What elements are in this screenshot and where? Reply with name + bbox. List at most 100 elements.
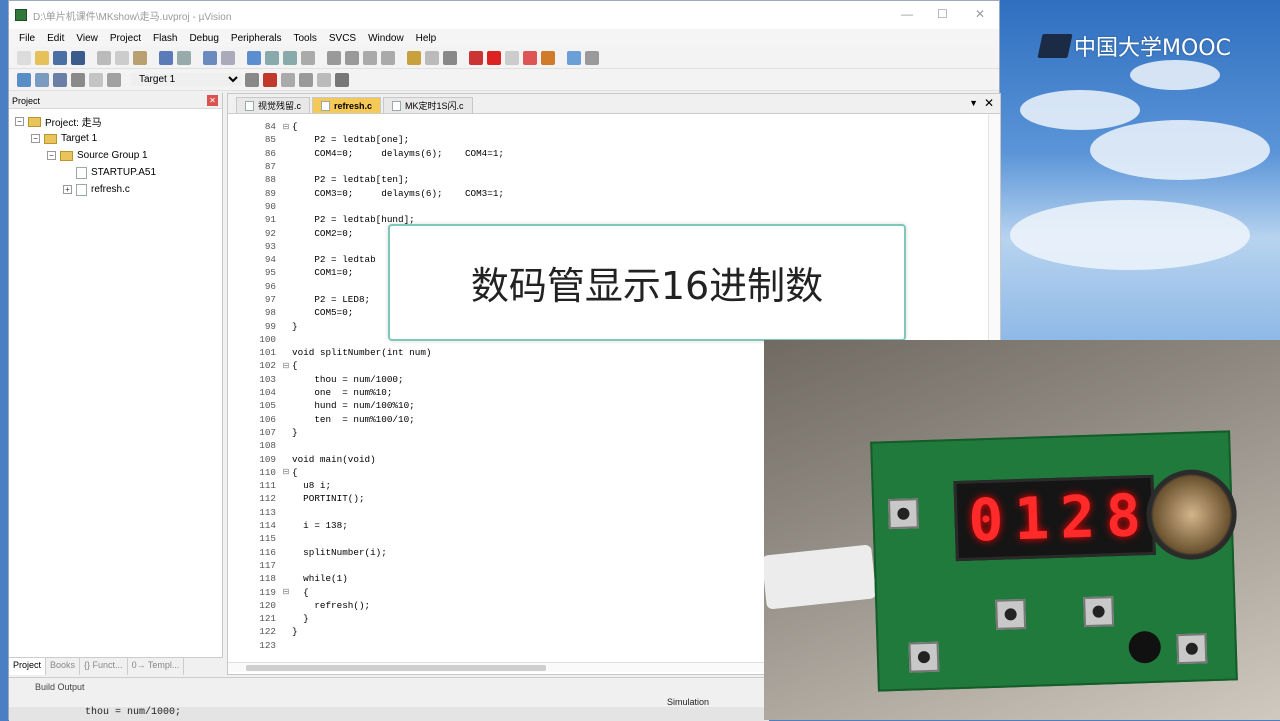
indent-icon[interactable] (327, 50, 341, 65)
select-packs-icon[interactable] (317, 72, 331, 87)
minimize-button[interactable]: — (901, 7, 913, 21)
scroll-thumb[interactable] (246, 665, 546, 671)
tree-node[interactable]: − Target 1 (15, 130, 222, 147)
expand-toggle-icon[interactable]: − (15, 117, 24, 126)
tree-node[interactable]: + refresh.c (15, 181, 222, 198)
code-text: u8 i; (292, 480, 332, 492)
tools-icon[interactable] (585, 50, 599, 65)
disable-bp-icon[interactable] (505, 50, 519, 65)
uncomment-icon[interactable] (381, 50, 395, 65)
target-select[interactable]: Target 1 (131, 73, 241, 86)
find-icon[interactable] (425, 50, 439, 65)
paste-icon[interactable] (133, 50, 147, 65)
manage-components-icon[interactable] (263, 72, 277, 87)
next-bookmark-icon[interactable] (283, 50, 297, 65)
key-button-1 (995, 598, 1027, 630)
copy-icon[interactable] (115, 50, 129, 65)
comment-icon[interactable] (363, 50, 377, 65)
save-icon[interactable] (53, 50, 67, 65)
pack-installer-icon[interactable] (299, 72, 313, 87)
line-number: 115 (259, 533, 276, 545)
pane-tab[interactable]: 0→ Templ... (128, 658, 185, 675)
manage-project-icon[interactable] (281, 72, 295, 87)
expand-toggle-icon[interactable]: − (31, 134, 40, 143)
pane-tab[interactable]: Books (46, 658, 81, 675)
kill-bp-icon[interactable] (523, 50, 537, 65)
tab-list-dropdown-icon[interactable]: ▼ (969, 98, 978, 108)
tree-node[interactable]: − Source Group 1 (15, 147, 222, 164)
download-icon[interactable] (107, 72, 121, 87)
line-number: 94 (264, 254, 276, 266)
bookmark-icon[interactable] (247, 50, 261, 65)
fold-marker-icon[interactable]: ⊟ (280, 467, 292, 477)
tree-node[interactable]: − Project: 走马 (15, 113, 222, 130)
menu-tools[interactable]: Tools (288, 33, 323, 44)
rebuild-icon[interactable] (53, 72, 67, 87)
nav-forward-icon[interactable] (221, 50, 235, 65)
expand-toggle-icon[interactable]: + (63, 185, 72, 194)
menu-peripherals[interactable]: Peripherals (225, 33, 288, 44)
line-number: 113 (259, 506, 276, 518)
project-pane: Project ✕ − Project: 走马 − Target 1− Source G… (9, 93, 223, 675)
close-editor-icon[interactable]: ✕ (984, 96, 994, 110)
project-icon (28, 116, 41, 127)
config-icon[interactable] (541, 50, 555, 65)
menu-debug[interactable]: Debug (183, 33, 224, 44)
window-layout-icon[interactable] (567, 50, 581, 65)
menu-help[interactable]: Help (410, 33, 443, 44)
runtime-env-icon[interactable] (335, 72, 349, 87)
code-line: 88 P2 = ledtab[ten]; (228, 173, 988, 186)
expand-toggle-icon[interactable]: − (47, 151, 56, 160)
batch-build-icon[interactable] (71, 72, 85, 87)
target-options-icon[interactable] (245, 72, 259, 87)
line-number: 99 (264, 320, 276, 332)
save-all-icon[interactable] (71, 50, 85, 65)
unindent-icon[interactable] (345, 50, 359, 65)
clear-bookmarks-icon[interactable] (301, 50, 315, 65)
file-tab[interactable]: refresh.c (312, 97, 382, 113)
translate-icon[interactable] (17, 72, 31, 87)
folder-icon (60, 150, 73, 161)
prev-bookmark-icon[interactable] (265, 50, 279, 65)
breakpoint-icon[interactable] (487, 50, 501, 65)
code-text: ten = num%100/10; (292, 413, 415, 425)
file-tab[interactable]: 视觉残留.c (236, 97, 311, 113)
build-icon[interactable] (35, 72, 49, 87)
debug-session-icon[interactable] (469, 50, 483, 65)
pane-tab[interactable]: {} Funct... (80, 658, 128, 675)
menu-flash[interactable]: Flash (147, 33, 183, 44)
fold-marker-icon[interactable]: ⊟ (280, 122, 292, 132)
fold-marker-icon[interactable]: ⊟ (280, 587, 292, 597)
find-in-files-icon[interactable] (407, 50, 421, 65)
new-file-icon[interactable] (17, 50, 31, 65)
line-number: 118 (259, 573, 276, 585)
menu-window[interactable]: Window (362, 33, 410, 44)
code-text: COM2=0; (292, 227, 354, 239)
build-output-line: thou = num/1000; (9, 707, 769, 721)
close-button[interactable]: ✕ (975, 7, 985, 21)
pane-tab[interactable]: Project (9, 658, 47, 675)
open-file-icon[interactable] (35, 50, 49, 65)
menu-edit[interactable]: Edit (41, 33, 70, 44)
cut-icon[interactable] (97, 50, 111, 65)
file-tab[interactable]: MK定时1S闪.c (383, 97, 473, 113)
fold-marker-icon[interactable]: ⊟ (280, 361, 292, 371)
menu-svcs[interactable]: SVCS (323, 33, 362, 44)
incremental-find-icon[interactable] (443, 50, 457, 65)
led-digit: 1 (1013, 484, 1051, 554)
maximize-button[interactable]: ☐ (937, 7, 948, 21)
menu-file[interactable]: File (13, 33, 41, 44)
menu-view[interactable]: View (70, 33, 104, 44)
horizontal-scrollbar[interactable] (228, 662, 773, 672)
tree-node-label: STARTUP.A51 (91, 167, 157, 178)
tree-node[interactable]: STARTUP.A51 (15, 164, 222, 181)
line-number: 87 (264, 161, 276, 173)
redo-icon[interactable] (177, 50, 191, 65)
build-output-tab[interactable]: Build Output (9, 677, 764, 697)
code-text: { (292, 586, 309, 598)
menu-project[interactable]: Project (104, 33, 147, 44)
nav-back-icon[interactable] (203, 50, 217, 65)
close-pane-icon[interactable]: ✕ (207, 95, 218, 106)
stop-build-icon[interactable] (89, 72, 103, 87)
undo-icon[interactable] (159, 50, 173, 65)
